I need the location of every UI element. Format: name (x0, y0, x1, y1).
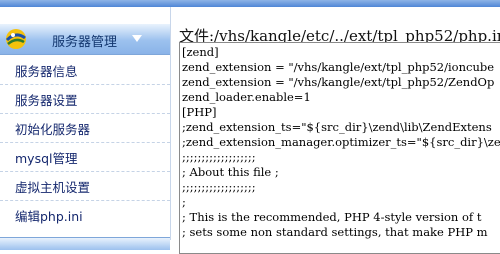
triangle-down-icon[interactable] (132, 35, 142, 43)
sidebar-header[interactable]: 服务器管理 (0, 24, 170, 55)
sidebar-next-header[interactable] (0, 237, 170, 250)
editor-line: zend_extension = "/vhs/kangle/ext/tpl_ph… (182, 75, 495, 89)
sidebar-item-label: 初始化服务器 (15, 122, 91, 137)
kangle-logo-icon (5, 29, 26, 49)
editor-line: ;;;;;;;;;;;;;;;;;;; (182, 150, 256, 164)
editor-line: zend_extension = "/vhs/kangle/ext/tpl_ph… (182, 60, 495, 74)
sidebar-item-label: 虚拟主机设置 (15, 180, 91, 195)
sidebar-item-edit-php-ini[interactable]: 编辑php.ini (0, 200, 170, 229)
editor-line: ; About this file ; (182, 165, 279, 179)
sidebar-item-label: mysql管理 (15, 151, 78, 166)
top-strip (0, 0, 500, 7)
editor-line: ;zend_extension_manager.optimizer_ts="${… (182, 135, 500, 149)
sidebar-header-title: 服务器管理 (52, 35, 118, 50)
editor-line: ; (182, 195, 186, 209)
editor-line: ;zend_extension_ts="${src_dir}\zend\lib\… (182, 120, 492, 134)
php-ini-editor[interactable]: [zend] zend_extension = "/vhs/kangle/ext… (179, 42, 500, 254)
editor-line: zend_loader.enable=1 (182, 90, 311, 104)
sidebar-item-server-info[interactable]: 服务器信息 (0, 55, 170, 85)
sidebar-item-label: 编辑php.ini (15, 209, 83, 224)
editor-line: ; sets some non standard settings, that … (182, 225, 488, 239)
editor-line: [zend] (182, 45, 219, 59)
sidebar-item-label: 服务器设置 (15, 93, 78, 108)
sidebar-item-label: 服务器信息 (15, 64, 78, 79)
editor-line: ; This is the recommended, PHP 4-style v… (182, 210, 482, 224)
sidebar-item-vhost-settings[interactable]: 虚拟主机设置 (0, 171, 170, 201)
sidebar-item-mysql[interactable]: mysql管理 (0, 142, 170, 172)
sidebar-item-init-server[interactable]: 初始化服务器 (0, 113, 170, 143)
editor-line: [PHP] (182, 105, 217, 119)
sidebar-item-server-settings[interactable]: 服务器设置 (0, 84, 170, 114)
sidebar: 服务器管理 服务器信息 服务器设置 初始化服务器 mysql管理 虚拟主机设置 … (0, 7, 171, 250)
editor-line: ;;;;;;;;;;;;;;;;;;; (182, 180, 256, 194)
